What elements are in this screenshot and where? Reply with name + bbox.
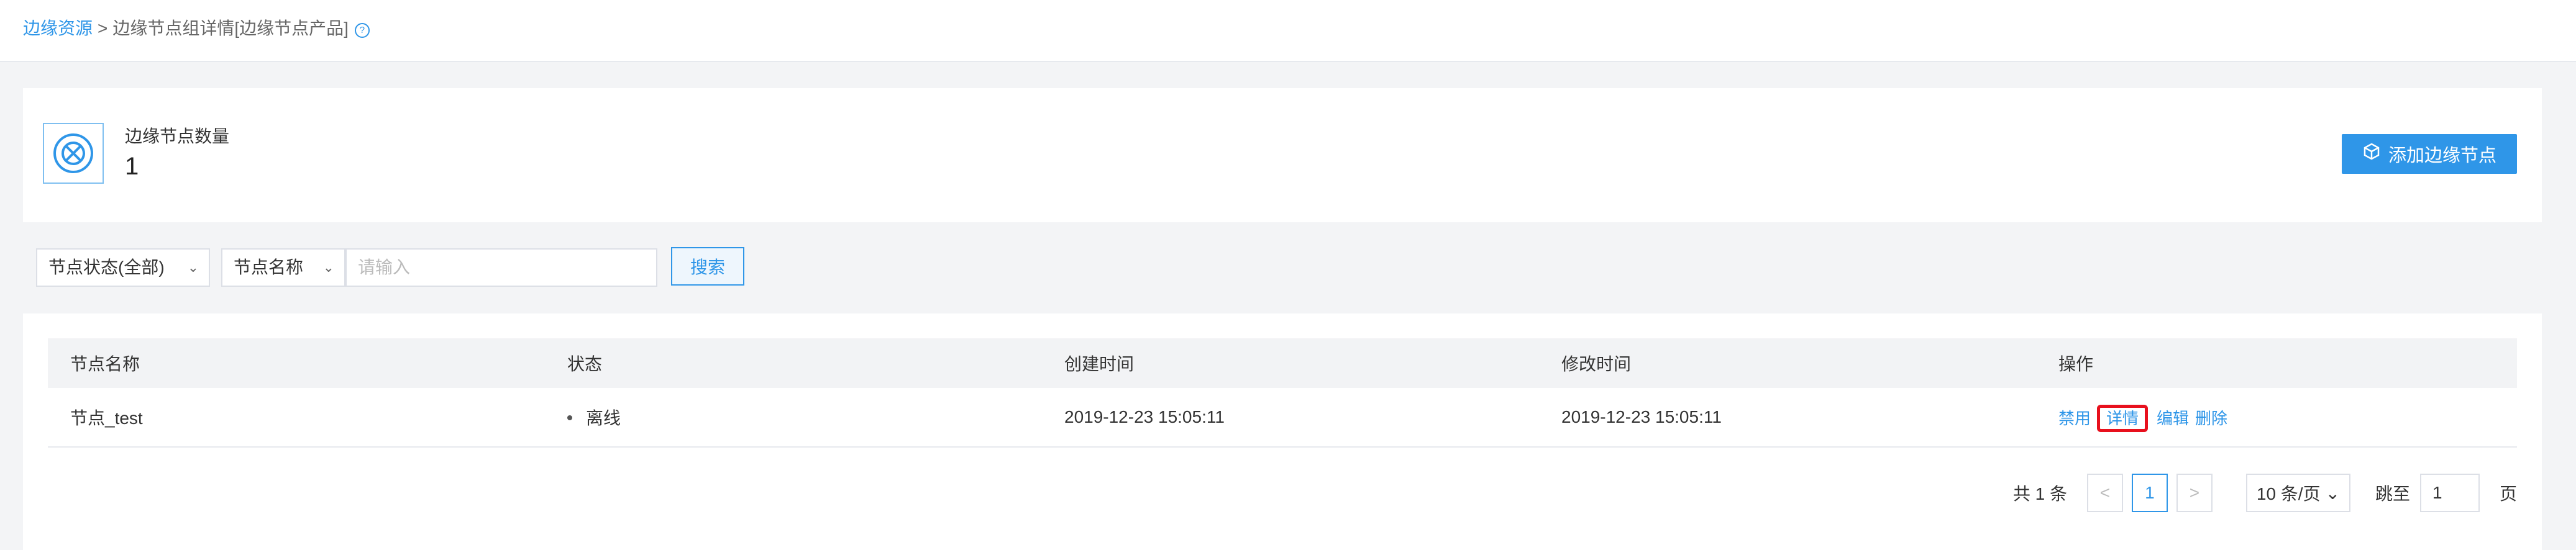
jump-page-input[interactable] [2419, 474, 2480, 512]
field-filter-select[interactable]: 节点名称 ⌄ [221, 248, 345, 287]
add-edge-node-button[interactable]: 添加边缘节点 [2342, 134, 2517, 174]
column-header-actions: 操作 [2058, 354, 2094, 374]
prev-page-button[interactable]: < [2086, 474, 2123, 512]
add-edge-node-label: 添加边缘节点 [2388, 146, 2496, 166]
column-header-modified: 修改时间 [1561, 354, 1632, 374]
breadcrumb: 边缘资源 > 边缘节点组详情[边缘节点产品]? [23, 16, 370, 41]
node-count-label: 边缘节点数量 [125, 127, 230, 146]
modified-time-cell: 2019-12-23 15:05:11 [1561, 407, 1722, 426]
node-summary-card: 边缘节点数量 1 添加边缘节点 [23, 88, 2542, 222]
chevron-down-icon: ⌄ [187, 259, 199, 275]
search-button[interactable]: 搜索 [671, 247, 744, 286]
breadcrumb-current: 边缘节点组详情[边缘节点产品] [112, 19, 349, 38]
details-action-link[interactable]: 详情 [2097, 404, 2149, 432]
field-filter-value: 节点名称 [234, 258, 304, 277]
page-number-button[interactable]: 1 [2131, 474, 2168, 512]
page-size-select[interactable]: 10 条/页 ⌄ [2245, 474, 2350, 512]
jump-to-label: 跳至 [2375, 484, 2410, 503]
cube-icon [2362, 142, 2381, 166]
help-icon[interactable]: ? [354, 23, 370, 38]
status-filter-select[interactable]: 节点状态(全部) ⌄ [36, 248, 210, 287]
created-time-cell: 2019-12-23 15:05:11 [1064, 407, 1225, 426]
table-row: 节点_test 离线 2019-12-23 15:05:11 2019-12-2… [48, 388, 2517, 448]
status-dot-icon [567, 415, 572, 420]
column-header-created: 创建时间 [1064, 354, 1135, 374]
column-header-status: 状态 [567, 354, 603, 374]
node-table-panel: 节点名称 状态 创建时间 修改时间 操作 节点_test 离线 2019-12-… [23, 313, 2542, 550]
actions-cell: 禁用 详情 编辑 删除 [2036, 404, 2517, 432]
node-status-cell: 离线 [545, 405, 1042, 430]
page-size-value: 10 条/页 [2256, 484, 2321, 503]
edit-action-link[interactable]: 编辑 [2157, 409, 2189, 428]
pagination: 共 1 条 < 1 > 10 条/页 ⌄ 跳至 页 [2013, 474, 2517, 512]
top-bar: 边缘资源 > 边缘节点组详情[边缘节点产品]? [0, 0, 2576, 62]
breadcrumb-separator: > [98, 19, 108, 38]
node-table: 节点名称 状态 创建时间 修改时间 操作 节点_test 离线 2019-12-… [48, 338, 2517, 448]
node-count-value: 1 [125, 153, 139, 180]
pagination-total: 共 1 条 [2012, 484, 2067, 503]
search-input[interactable] [345, 248, 657, 287]
disable-action-link[interactable]: 禁用 [2058, 409, 2091, 428]
next-page-button[interactable]: > [2176, 474, 2213, 512]
chevron-down-icon: ⌄ [322, 259, 334, 275]
column-header-name: 节点名称 [70, 354, 140, 374]
edge-node-icon [43, 123, 104, 184]
chevron-down-icon: ⌄ [2325, 483, 2341, 503]
breadcrumb-link-edge-resources[interactable]: 边缘资源 [23, 19, 93, 38]
status-filter-value: 节点状态(全部) [48, 258, 165, 277]
node-status-text: 离线 [586, 408, 621, 428]
delete-action-link[interactable]: 删除 [2195, 409, 2227, 428]
page-suffix-label: 页 [2499, 484, 2517, 503]
table-header: 节点名称 状态 创建时间 修改时间 操作 [48, 338, 2517, 388]
node-name-cell: 节点_test [70, 408, 143, 428]
